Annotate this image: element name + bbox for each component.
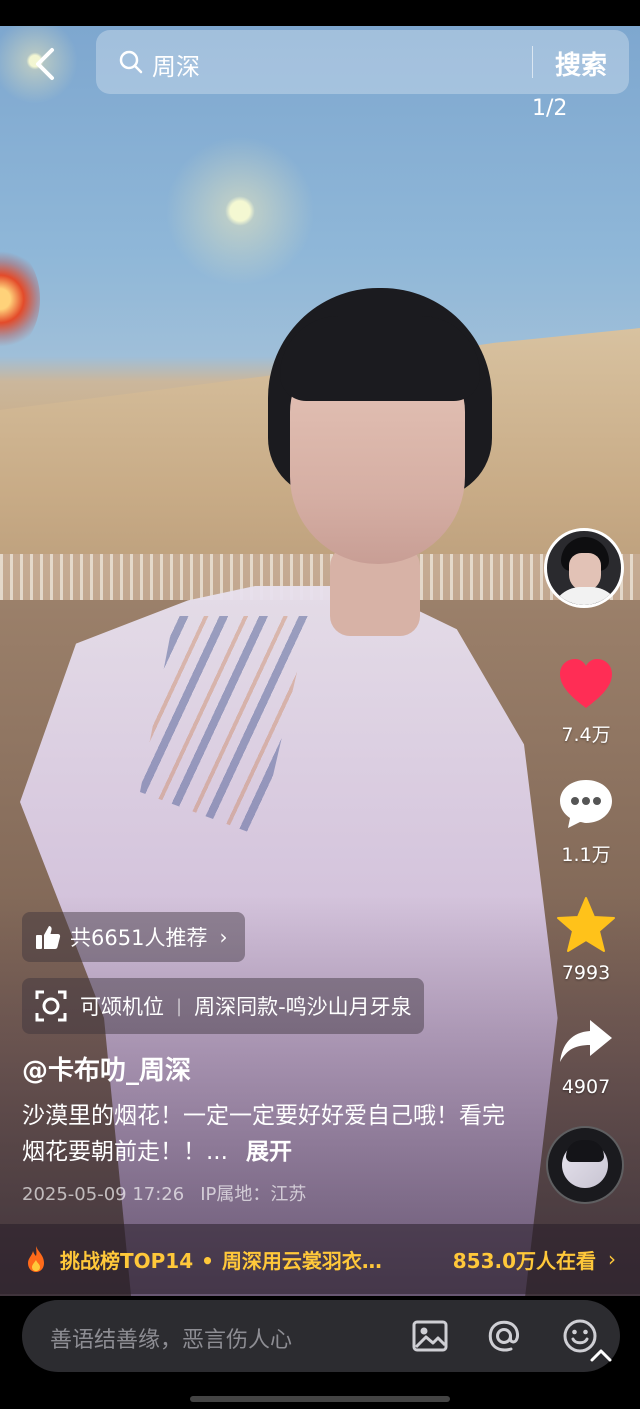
top-bar: 周深 搜索 — [0, 28, 640, 96]
spot-tag-left-text: 可颂机位 — [80, 995, 164, 1019]
share-count: 4907 — [561, 1076, 611, 1098]
post-meta: 2025-05-09 17:26 IP属地：江苏 — [22, 1180, 306, 1206]
challenge-bar[interactable]: 挑战榜TOP14 • 周深用云裳羽衣… 853.0万人在看 › — [0, 1224, 640, 1294]
recommend-label: 共6651人推荐 — [70, 926, 208, 950]
image-icon[interactable] — [410, 1316, 450, 1356]
post-datetime: 2025-05-09 17:26 — [22, 1184, 185, 1205]
spot-tag-divider: | — [176, 995, 183, 1017]
chevron-right-icon: › — [219, 925, 228, 949]
ip-location: IP属地：江苏 — [200, 1184, 307, 1205]
search-button[interactable]: 搜索 — [555, 45, 607, 82]
expand-button[interactable]: 展开 — [246, 1139, 292, 1165]
page-indicator: 1/2 — [532, 96, 568, 121]
chevron-up-icon[interactable] — [586, 1340, 616, 1370]
challenge-viewers: 853.0万人在看 — [452, 1248, 596, 1273]
firework-burst — [150, 126, 330, 296]
like-count: 7.4万 — [561, 724, 611, 746]
favorite-count: 7993 — [561, 962, 611, 984]
post-description: 沙漠里的烟花！一定一定要好好爱自己哦！看完烟花要朝前走！！... 展开 — [22, 1098, 522, 1170]
share-arrow-icon — [560, 1020, 612, 1062]
chevron-right-icon: › — [608, 1247, 616, 1271]
spot-tag-right-text: 周深同款-鸣沙山月牙泉 — [194, 995, 412, 1019]
comment-bubble-icon — [560, 780, 612, 828]
music-disc-cover-hair — [566, 1140, 604, 1162]
challenge-title: 周深用云裳羽衣… — [221, 1248, 382, 1273]
challenge-dot: • — [201, 1248, 214, 1273]
challenge-text: 挑战榜TOP14 • 周深用云裳羽衣… — [60, 1245, 382, 1274]
author-avatar[interactable] — [544, 528, 624, 608]
recommend-pill[interactable]: 共6651人推荐 › — [22, 912, 246, 962]
back-arrow-icon[interactable] — [28, 44, 62, 84]
comment-input[interactable]: 善语结善缘，恶言伤人心 — [50, 1322, 292, 1354]
favorite-button[interactable]: 7993 — [546, 896, 626, 984]
fire-icon — [28, 1246, 44, 1272]
at-mention-icon[interactable] — [484, 1316, 524, 1356]
home-indicator[interactable] — [190, 1396, 450, 1402]
comment-button[interactable]: 1.1万 — [546, 776, 626, 867]
comment-bar[interactable]: 善语结善缘，恶言伤人心 — [22, 1300, 620, 1372]
search-input[interactable]: 周深 — [152, 47, 200, 82]
thumbs-up-icon — [36, 926, 61, 949]
search-icon — [119, 50, 143, 74]
avatar-face — [569, 553, 601, 591]
person-fringe — [280, 316, 480, 401]
heart-icon — [560, 659, 612, 708]
avatar-shirt — [551, 587, 621, 605]
search-box[interactable]: 周深 搜索 — [96, 30, 629, 94]
firework-burst — [0, 244, 40, 354]
search-divider — [532, 46, 533, 78]
photo-spot-tag[interactable]: 可颂机位 | 周深同款-鸣沙山月牙泉 — [22, 978, 424, 1034]
music-disc[interactable] — [546, 1126, 624, 1204]
star-icon — [557, 897, 615, 952]
comment-count: 1.1万 — [561, 844, 611, 866]
camera-spot-icon — [35, 990, 67, 1022]
like-button[interactable]: 7.4万 — [546, 656, 626, 747]
author-name[interactable]: @卡布叻_周深 — [22, 1050, 191, 1087]
challenge-rank: 挑战榜TOP14 — [60, 1248, 194, 1273]
share-button[interactable]: 4907 — [546, 1016, 626, 1098]
